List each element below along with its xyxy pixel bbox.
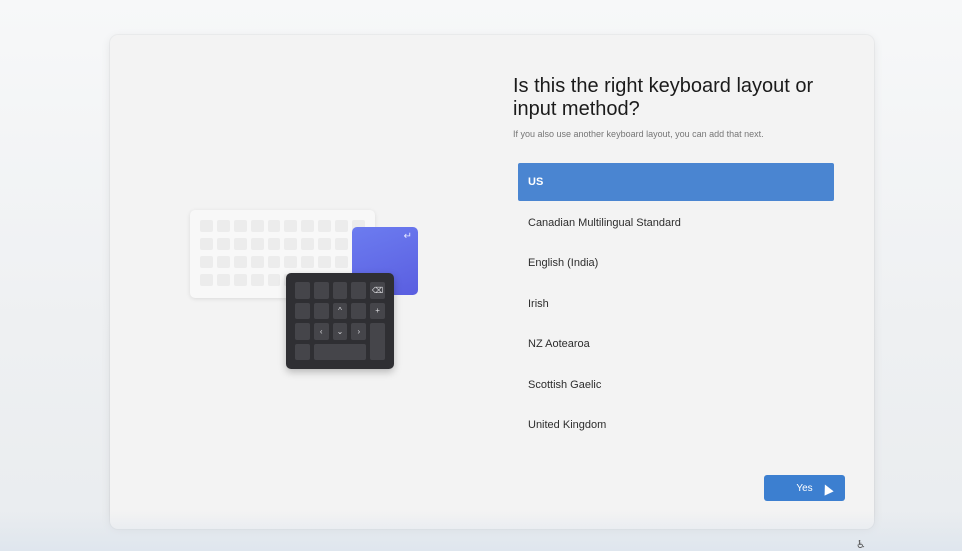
- keyboard-illustration: ↵ ⌫ ^ + ‹ ⌄ ›: [190, 210, 430, 380]
- layout-item-scottish-gaelic[interactable]: Scottish Gaelic: [518, 366, 834, 404]
- enter-icon: ↵: [403, 231, 412, 242]
- backspace-icon: ⌫: [370, 282, 385, 299]
- arrow-left-icon: ‹: [313, 323, 329, 340]
- layout-item-irish[interactable]: Irish: [518, 285, 834, 323]
- layout-item-canadian-multilingual[interactable]: Canadian Multilingual Standard: [518, 204, 834, 242]
- arrow-right-icon: ›: [351, 323, 367, 340]
- layout-item-english-india[interactable]: English (India): [518, 244, 834, 282]
- numpad-image: ⌫ ^ + ‹ ⌄ ›: [286, 273, 394, 369]
- page-subtitle: If you also use another keyboard layout,…: [513, 129, 764, 139]
- arrow-up-icon: ^: [332, 302, 348, 319]
- screen-bottom-band: [0, 511, 962, 551]
- layout-item-united-kingdom[interactable]: United Kingdom: [518, 406, 834, 444]
- layout-item-nz-aotearoa[interactable]: NZ Aotearoa: [518, 325, 834, 363]
- keyboard-layout-list[interactable]: US Canadian Multilingual Standard Englis…: [518, 163, 834, 447]
- yes-button[interactable]: Yes: [764, 475, 845, 501]
- arrow-down-icon: ⌄: [332, 323, 348, 340]
- layout-item-us[interactable]: US: [518, 163, 834, 201]
- page-title: Is this the right keyboard layout or inp…: [513, 75, 814, 120]
- oobe-card: ↵ ⌫ ^ + ‹ ⌄ › Is this the right keyboard la…: [110, 35, 874, 529]
- accessibility-icon[interactable]: ♿: [856, 538, 866, 551]
- plus-icon: +: [370, 302, 385, 319]
